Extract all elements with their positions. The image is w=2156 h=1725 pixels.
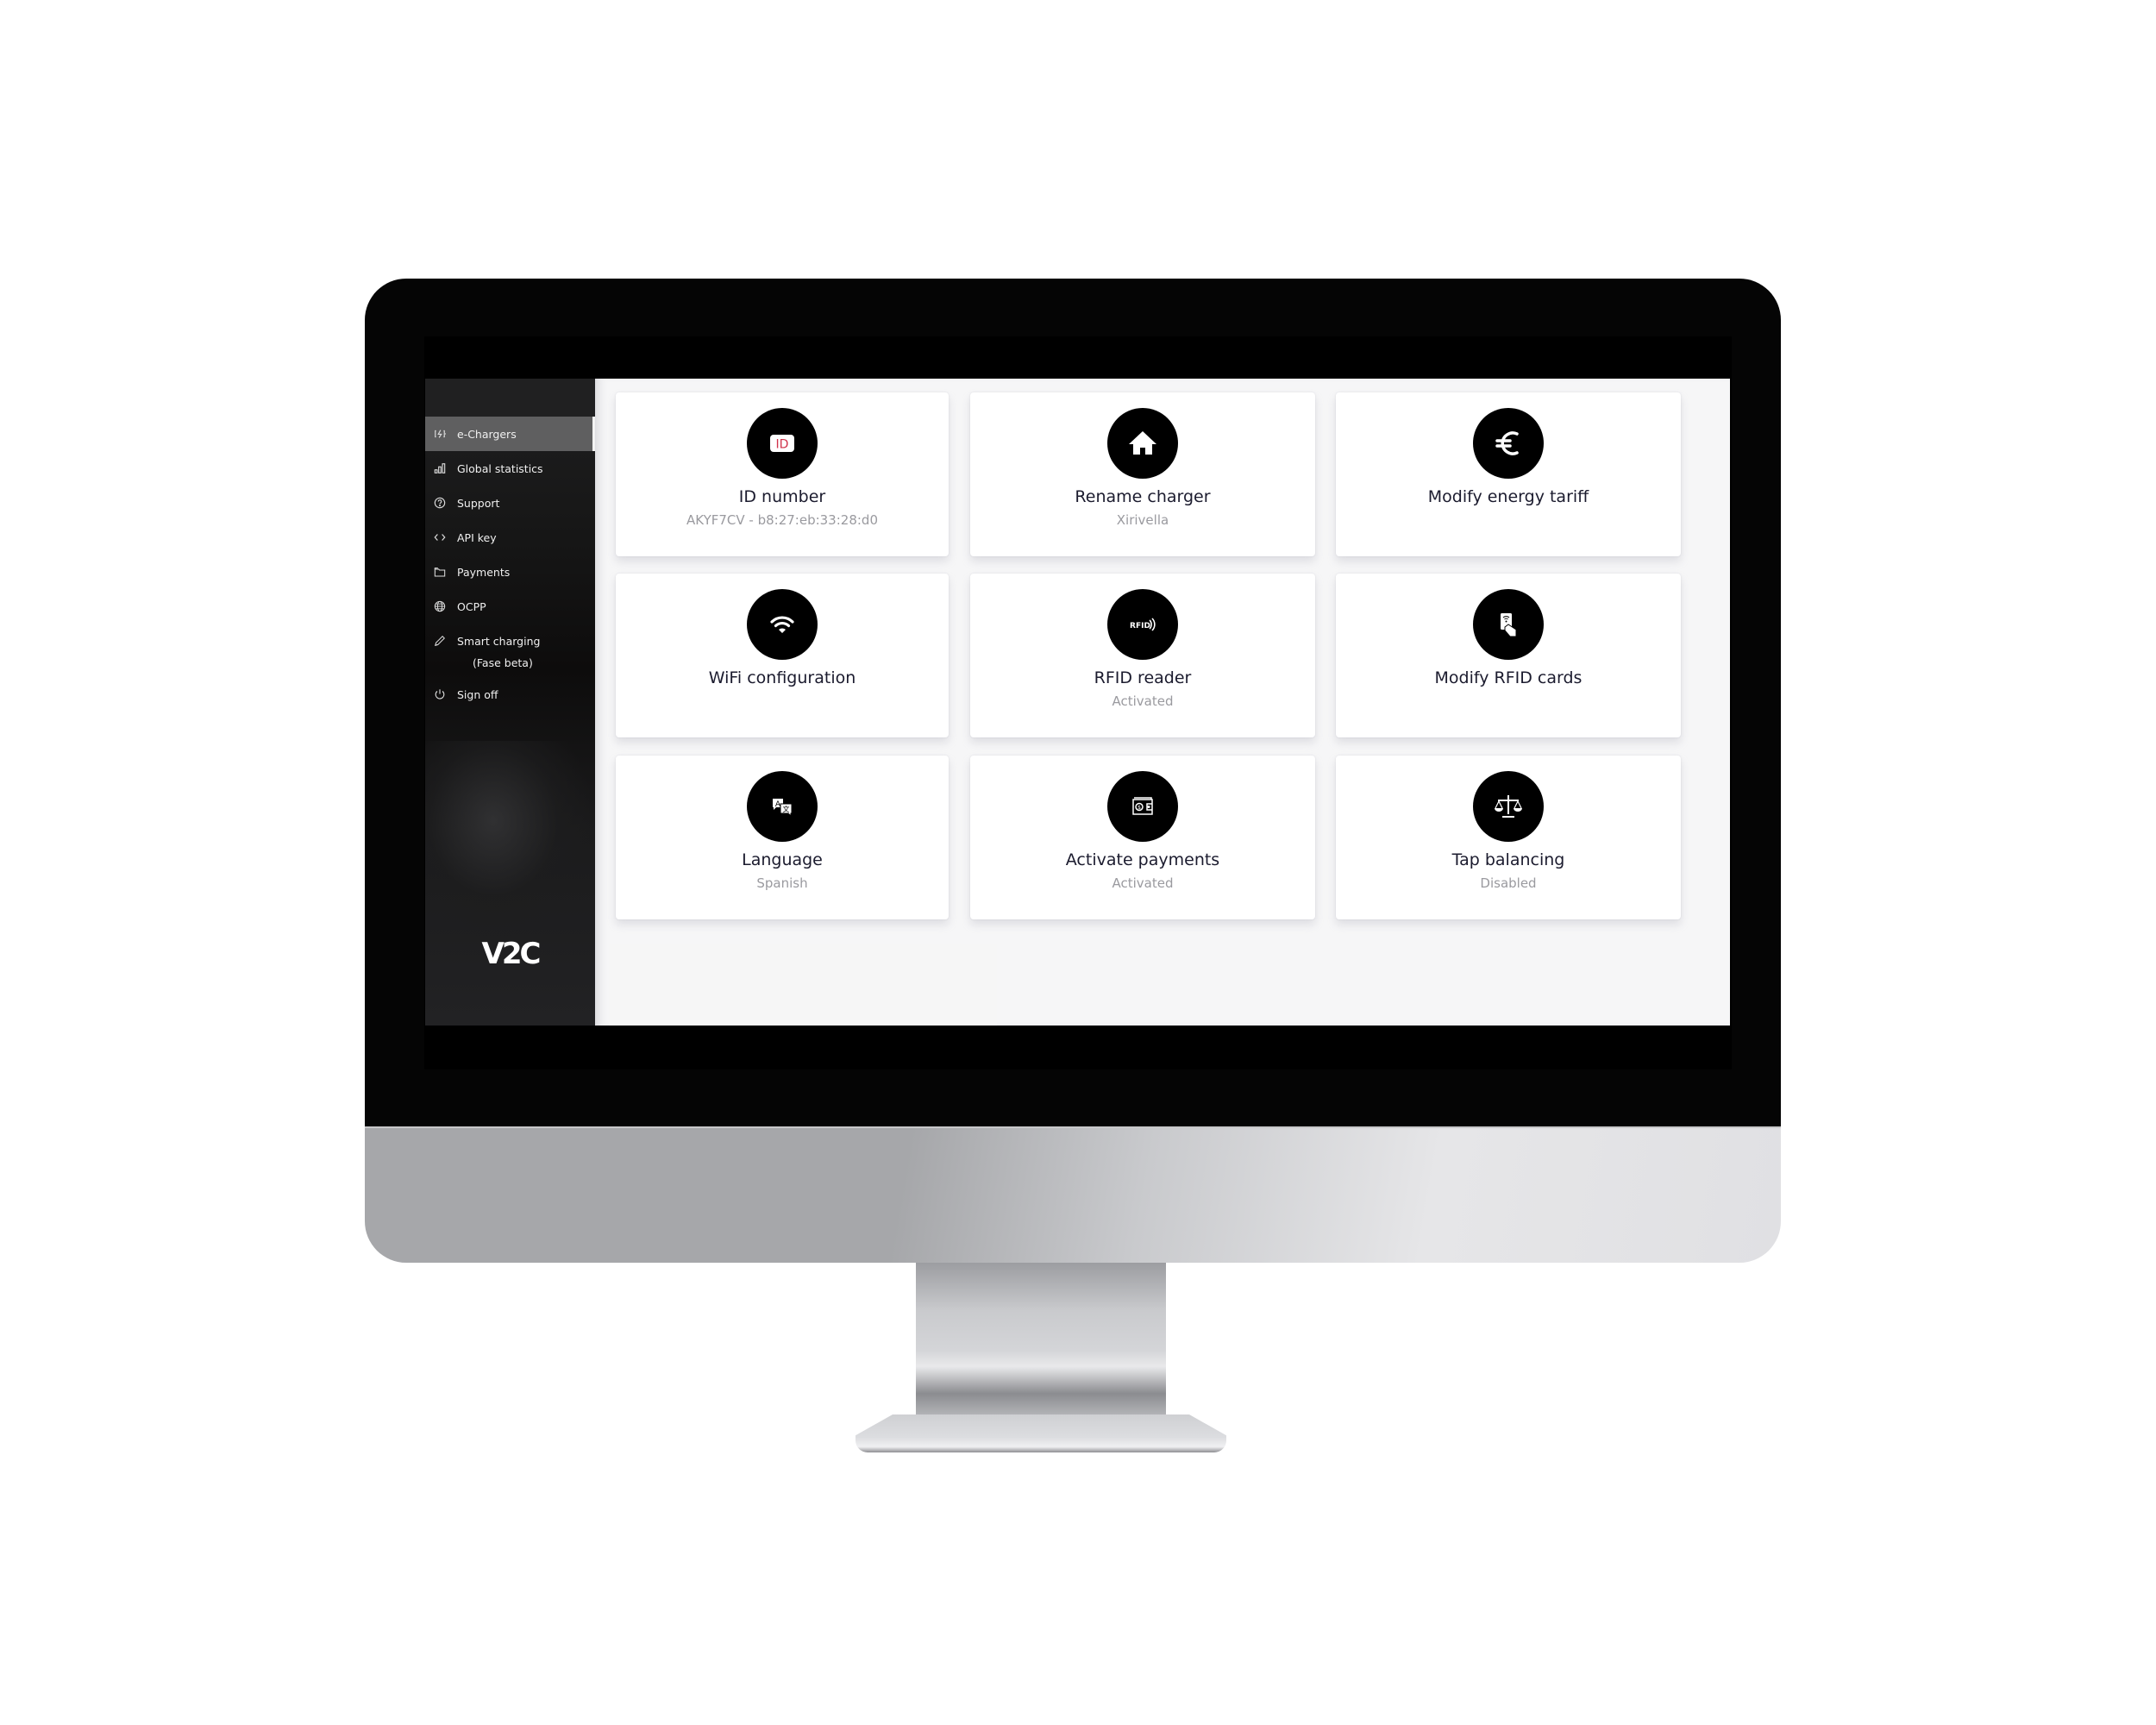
sidebar-item-label: e-Chargers — [457, 427, 517, 441]
card-value: Xirivella — [1116, 512, 1169, 528]
rfid-card-hand-icon — [1473, 589, 1544, 660]
card-title: RFID reader — [1094, 668, 1192, 687]
sidebar-item-label: Sign off — [457, 687, 498, 701]
wallet-icon — [433, 565, 447, 579]
rfid-icon-text: RFID — [1130, 622, 1150, 630]
charger-icon — [433, 427, 447, 441]
sidebar-item-label: OCPP — [457, 599, 486, 613]
bar-chart-icon — [433, 461, 447, 475]
sidebar-item-ocpp[interactable]: OCPP — [425, 589, 595, 624]
card-language[interactable]: A文 Language Spanish — [616, 756, 949, 919]
pencil-icon — [433, 634, 447, 648]
sidebar-item-payments[interactable]: Payments — [425, 555, 595, 589]
sidebar-item-support[interactable]: Support — [425, 486, 595, 520]
sidebar-item-sign-off[interactable]: Sign off — [425, 677, 595, 712]
svg-text:$: $ — [1138, 805, 1141, 811]
card-value: AKYF7CV - b8:27:eb:33:28:d0 — [686, 512, 878, 528]
power-icon — [433, 687, 447, 701]
card-title: Modify energy tariff — [1427, 487, 1589, 506]
sidebar-item-label: Smart charging — [457, 635, 541, 648]
card-title: Tap balancing — [1451, 850, 1565, 869]
sidebar-item-label: Payments — [457, 565, 511, 579]
card-wifi-configuration[interactable]: WiFi configuration — [616, 574, 949, 737]
card-title: ID number — [738, 487, 826, 506]
monitor-stand-base — [856, 1414, 1226, 1452]
card-value: Activated — [1112, 875, 1174, 891]
id-badge-icon: ID — [747, 408, 818, 479]
home-icon — [1107, 408, 1178, 479]
translate-icon: A文 — [747, 771, 818, 842]
sidebar-item-label: Global statistics — [457, 461, 543, 475]
wallet-dollar-icon: $ — [1107, 771, 1178, 842]
card-activate-payments[interactable]: $ Activate payments Activated — [970, 756, 1315, 919]
sidebar-header — [425, 379, 595, 417]
sidebar-item-global-statistics[interactable]: Global statistics — [425, 451, 595, 486]
card-value: Activated — [1112, 693, 1174, 709]
card-rfid-reader[interactable]: RFID RFID reader Activated — [970, 574, 1315, 737]
card-title: WiFi configuration — [708, 668, 856, 687]
monitor-chin — [365, 1126, 1781, 1263]
card-modify-rfid-cards[interactable]: Modify RFID cards — [1336, 574, 1681, 737]
card-title: Modify RFID cards — [1434, 668, 1583, 687]
sidebar-item-sublabel: (Fase beta) — [473, 656, 533, 669]
card-tap-balancing[interactable]: Tap balancing Disabled — [1336, 756, 1681, 919]
scale-icon — [1473, 771, 1544, 842]
app-screen: e-Chargers Global statistics Support API… — [425, 379, 1730, 1026]
card-value: Spanish — [756, 875, 808, 891]
euro-icon — [1473, 408, 1544, 479]
settings-panel: ID ID number AKYF7CV - b8:27:eb:33:28:d0… — [595, 379, 1730, 1026]
sidebar-item-label: Support — [457, 496, 500, 510]
wifi-icon — [747, 589, 818, 660]
sidebar-item-label: API key — [457, 530, 497, 544]
sidebar-item-smart-charging[interactable]: Smart charging (Fase beta) — [425, 624, 595, 677]
monitor-stand — [916, 1263, 1166, 1422]
logo-text: V2C — [481, 937, 542, 971]
card-title: Activate payments — [1065, 850, 1220, 869]
sidebar-item-e-chargers[interactable]: e-Chargers — [425, 417, 595, 451]
v2c-logo: V2C — [425, 937, 595, 971]
code-icon — [433, 530, 447, 544]
card-value: Disabled — [1480, 875, 1537, 891]
svg-text:文: 文 — [783, 805, 790, 813]
card-id-number[interactable]: ID ID number AKYF7CV - b8:27:eb:33:28:d0 — [616, 392, 949, 556]
help-circle-icon — [433, 496, 447, 510]
globe-icon — [433, 599, 447, 613]
card-rename-charger[interactable]: Rename charger Xirivella — [970, 392, 1315, 556]
card-title: Rename charger — [1075, 487, 1211, 506]
card-modify-energy-tariff[interactable]: Modify energy tariff — [1336, 392, 1681, 556]
empty-area — [609, 944, 997, 1026]
rfid-icon: RFID — [1107, 589, 1178, 660]
svg-text:ID: ID — [776, 438, 789, 452]
sidebar: e-Chargers Global statistics Support API… — [425, 379, 595, 1026]
sidebar-background-photo — [425, 741, 595, 939]
sidebar-item-api-key[interactable]: API key — [425, 520, 595, 555]
card-title: Language — [742, 850, 823, 869]
